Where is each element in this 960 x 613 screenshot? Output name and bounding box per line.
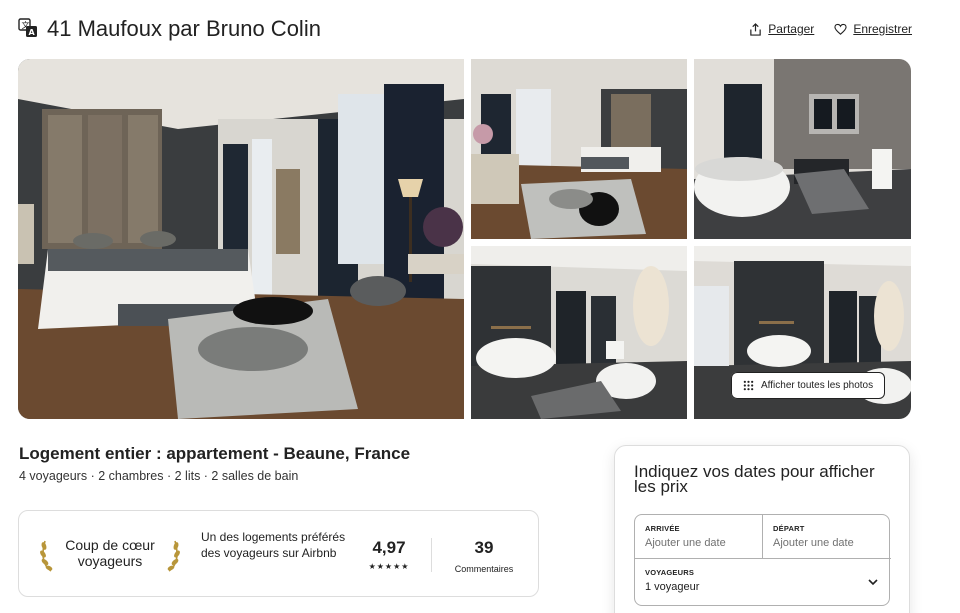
listing-title: Logement entier : appartement - Beaune, … (19, 444, 411, 463)
page-title: 41 Maufoux par Bruno Colin (47, 16, 321, 41)
share-icon (750, 22, 762, 36)
save-label: Enregistrer (853, 22, 912, 36)
guests-label: VOYAGEURS (645, 568, 695, 577)
departure-date-field[interactable]: DÉPART Ajouter une date (763, 515, 891, 559)
guest-favorite-description: Un des logements préférés des voyageurs … (201, 530, 346, 560)
listing-capacity: 4 voyageurs · 2 chambres · 2 lits · 2 sa… (19, 469, 299, 483)
guest-favorite-card[interactable]: Coup de cœur voyageurs Un des logements … (18, 510, 539, 597)
photo-gallery (18, 59, 911, 419)
grid-dots-icon (743, 380, 754, 391)
share-label: Partager (768, 22, 815, 36)
reviews-label: Commentaires (454, 564, 514, 574)
show-all-photos-button[interactable]: Afficher toutes les photos (731, 372, 886, 399)
arrival-label: ARRIVÉE (645, 524, 680, 533)
arrival-placeholder: Ajouter une date (645, 537, 726, 549)
guests-select[interactable]: VOYAGEURS 1 voyageur (635, 559, 891, 607)
photo-room-overview[interactable] (471, 59, 687, 239)
photo-bathroom-wide[interactable] (471, 246, 687, 419)
show-all-photos-label: Afficher toutes les photos (761, 380, 874, 391)
reviews-count: 39 (474, 538, 494, 557)
booking-fields: ARRIVÉE Ajouter une date DÉPART Ajouter … (634, 514, 891, 607)
divider (431, 538, 432, 572)
guest-favorite-label: Coup de cœur voyageurs (65, 537, 155, 569)
rating-block: 4,97 ★★★★★ (359, 538, 419, 571)
rating-stars: ★★★★★ (368, 562, 410, 571)
header-actions: Partager Enregistrer (749, 22, 912, 36)
share-button[interactable]: Partager (749, 22, 814, 36)
photo-bathroom-tub[interactable] (694, 59, 911, 239)
guests-value: 1 voyageur (645, 581, 700, 593)
photo-main-bedroom[interactable] (18, 59, 464, 419)
booking-card: Indiquez vos dates pour afficher les pri… (614, 445, 910, 613)
departure-label: DÉPART (773, 524, 805, 533)
booking-title: Indiquez vos dates pour afficher les pri… (634, 462, 875, 496)
heart-icon (834, 23, 847, 35)
reviews-block[interactable]: 39 Commentaires (444, 538, 524, 574)
arrival-date-field[interactable]: ARRIVÉE Ajouter une date (635, 515, 763, 559)
svg-text:A: A (29, 28, 36, 37)
translate-icon[interactable]: 文 A (18, 18, 38, 38)
rating-value: 4,97 (372, 538, 406, 557)
chevron-down-icon (868, 579, 878, 586)
laurel-left-icon (40, 540, 53, 572)
departure-placeholder: Ajouter une date (773, 537, 854, 549)
listing-header: 文 A 41 Maufoux par Bruno Colin Partager … (18, 14, 912, 46)
save-button[interactable]: Enregistrer (834, 22, 912, 36)
laurel-right-icon (167, 540, 180, 572)
